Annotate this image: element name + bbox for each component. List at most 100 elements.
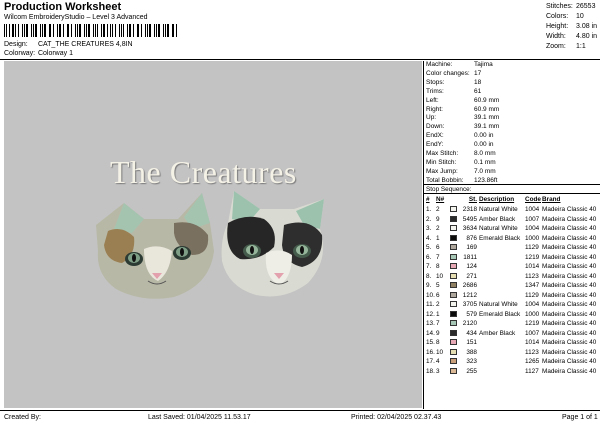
table-row: 10. 6 1212 1129 Madeira Classic 40 <box>424 291 600 301</box>
stat-width: Width: 4.80 in <box>546 32 600 42</box>
info-row: Max Jump: 7.0 mm <box>426 168 598 177</box>
thread-code: 1219 <box>525 320 540 327</box>
needle-number: 2 <box>436 206 440 213</box>
info-value: Tajima <box>474 61 493 68</box>
thread-brand: Madeira Classic 40 <box>542 225 597 232</box>
right-cat-icon <box>221 191 324 297</box>
colorway-row: Colorway: Colorway 1 <box>4 50 73 57</box>
color-swatch <box>450 291 457 298</box>
color-swatch <box>450 339 457 346</box>
stitch-count: 124 <box>466 263 477 270</box>
stitch-count: 579 <box>466 310 477 318</box>
table-row: 18. 3 255 1127 Madeira Classic 40 <box>424 367 600 377</box>
thread-code: 1123 <box>525 272 539 280</box>
info-label: Down: <box>426 123 445 131</box>
info-label: Min Stitch: <box>426 158 457 166</box>
needle-number: 8 <box>436 263 440 270</box>
color-swatch <box>450 263 457 270</box>
stitch-count: 434 <box>466 329 477 337</box>
thread-description: Amber Black <box>479 329 516 337</box>
row-number: 14. <box>426 329 435 337</box>
row-number: 3. <box>426 225 432 232</box>
row-number: 7. <box>426 263 432 270</box>
stitch-count: 2318 <box>462 206 477 213</box>
thread-description <box>479 272 525 282</box>
swatch-cell <box>450 215 459 225</box>
color-swatch <box>450 234 457 241</box>
color-swatch <box>450 348 457 355</box>
info-value: 0.00 in <box>474 132 494 140</box>
machine-info-panel: Machine: Tajima Color changes: 17 Stops: 18 Tr… <box>426 61 598 186</box>
design-preview: The Creatures <box>4 61 422 408</box>
thread-code: 1004 <box>525 206 540 213</box>
thread-brand: Madeira Classic 40 <box>542 320 597 327</box>
needle-number: 9 <box>436 329 440 337</box>
info-label: Max Stitch: <box>426 150 459 158</box>
stitch-count: 5495 <box>462 215 477 223</box>
swatch-cell <box>450 234 459 244</box>
col-header-number: # <box>426 196 430 203</box>
table-row: 14. 9 434 Amber Black 1007 Madeira Classic 40 <box>424 329 600 339</box>
info-label: EndX: <box>426 132 444 140</box>
info-value: 8.0 mm <box>474 150 496 158</box>
color-swatch <box>450 367 457 374</box>
row-number: 13. <box>426 320 435 327</box>
thread-brand: Madeira Classic 40 <box>542 367 597 375</box>
needle-number: 1 <box>436 234 440 242</box>
swatch-cell <box>450 291 459 301</box>
swatch-cell <box>450 253 459 263</box>
swatch-cell <box>450 357 459 367</box>
needle-number: 8 <box>436 339 440 346</box>
color-swatch <box>450 253 457 260</box>
stitch-count: 1212 <box>462 291 477 299</box>
stat-label: Colors: <box>546 13 569 20</box>
needle-number: 1 <box>436 310 440 318</box>
color-swatch <box>450 225 457 232</box>
software-subtitle: Wilcom EmbroideryStudio – Level 3 Advanc… <box>4 14 148 21</box>
needle-number: 2 <box>436 225 440 232</box>
row-number: 4. <box>426 234 432 242</box>
row-number: 10. <box>426 291 435 299</box>
stitch-count: 271 <box>466 272 477 280</box>
swatch-cell <box>450 329 459 339</box>
info-value: 17 <box>474 69 482 77</box>
row-number: 15. <box>426 339 435 346</box>
cat-heads-embroidery-image <box>96 191 324 299</box>
swatch-cell <box>450 281 459 291</box>
info-row: Min Stitch: 0.1 mm <box>426 159 598 168</box>
swatch-cell <box>450 310 459 320</box>
info-value: 0.00 in <box>474 141 494 149</box>
stitch-count: 255 <box>466 367 477 375</box>
info-label: Right: <box>426 105 443 113</box>
thread-brand: Madeira Classic 40 <box>542 358 597 365</box>
table-row: 7. 8 124 1014 Madeira Classic 40 <box>424 262 600 272</box>
row-number: 6. <box>426 253 432 261</box>
colorway-label: Colorway: <box>4 50 36 57</box>
row-number: 2. <box>426 215 432 223</box>
created-by: Created By: <box>4 414 41 421</box>
info-row: Up: 39.1 mm <box>426 114 598 123</box>
info-value: 61 <box>474 87 482 95</box>
needle-number: 2 <box>436 301 440 308</box>
thread-code: 1007 <box>525 329 540 337</box>
info-row: Max Stitch: 8.0 mm <box>426 150 598 159</box>
table-row: 6. 7 1811 1219 Madeira Classic 40 <box>424 253 600 263</box>
thread-code: 1000 <box>525 234 540 242</box>
stop-sequence-panel: Stop Sequence: # N# St. Description Code… <box>424 184 600 376</box>
info-row: Machine: Tajima <box>426 61 598 70</box>
table-row: 9. 5 2686 1347 Madeira Classic 40 <box>424 281 600 291</box>
thread-code: 1014 <box>525 263 540 270</box>
row-number: 17. <box>426 358 435 365</box>
col-header-needle: N# <box>436 196 445 203</box>
thread-brand: Madeira Classic 40 <box>542 310 597 318</box>
row-number: 18. <box>426 367 435 375</box>
info-label: Up: <box>426 114 437 122</box>
thread-description <box>479 348 525 358</box>
stitch-count: 2686 <box>462 282 477 289</box>
thread-brand: Madeira Classic 40 <box>542 348 597 356</box>
thread-brand: Madeira Classic 40 <box>542 234 597 242</box>
swatch-cell <box>450 348 459 358</box>
thread-code: 1265 <box>525 358 540 365</box>
stat-label: Width: <box>546 33 566 40</box>
thread-brand: Madeira Classic 40 <box>542 301 597 308</box>
